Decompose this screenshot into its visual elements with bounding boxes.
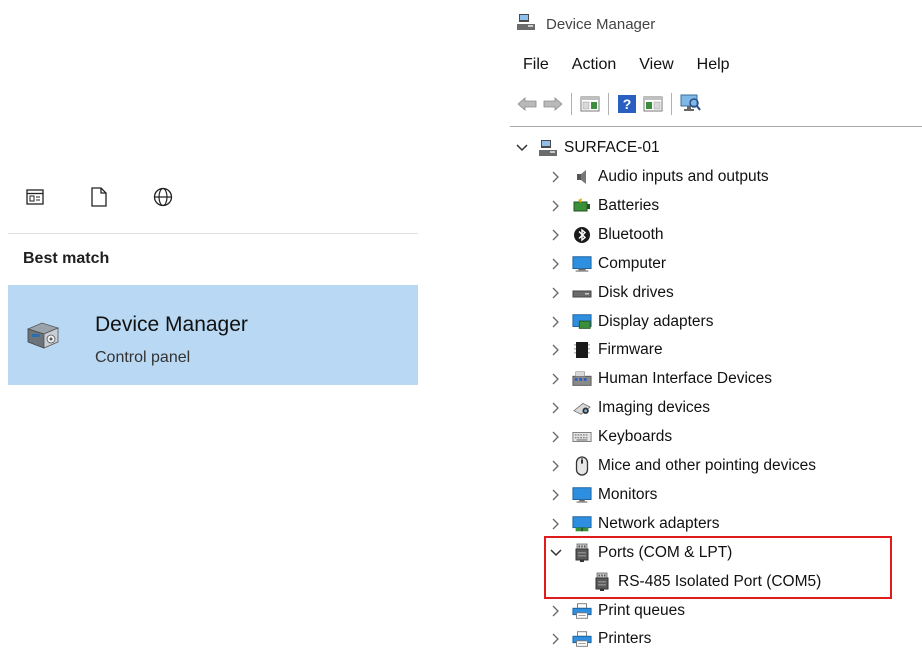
tree-category[interactable]: Imaging devices — [548, 396, 710, 420]
camera-icon — [572, 399, 592, 417]
app-window-icon[interactable] — [22, 184, 48, 210]
toolbar: ? — [514, 91, 703, 117]
hid-icon — [572, 370, 592, 388]
search-results-pane: Best match Device Manager Control panel — [0, 0, 420, 653]
best-match-subtitle: Control panel — [95, 349, 191, 366]
toolbar-separator — [608, 93, 609, 115]
tree-item-label: Firmware — [598, 341, 663, 358]
battery-icon — [572, 197, 592, 215]
chevron-right-icon[interactable] — [548, 256, 564, 272]
chevron-right-icon[interactable] — [548, 285, 564, 301]
printer-icon — [572, 602, 592, 620]
scan-hardware-icon[interactable] — [677, 92, 703, 116]
device-manager-icon — [24, 315, 62, 353]
best-match-result[interactable]: Device Manager Control panel — [8, 285, 418, 385]
computer-root-icon — [538, 139, 558, 157]
search-filter-row — [22, 184, 176, 210]
chevron-right-icon[interactable] — [548, 198, 564, 214]
tree-category[interactable]: Audio inputs and outputs — [548, 165, 769, 189]
menu-help[interactable]: Help — [697, 56, 741, 74]
update-driver-icon[interactable] — [640, 92, 666, 116]
speaker-icon — [572, 168, 592, 186]
keyboard-icon — [572, 428, 592, 446]
back-arrow-icon[interactable] — [514, 92, 540, 116]
display-adapter-icon — [572, 313, 592, 331]
forward-arrow-icon[interactable] — [540, 92, 566, 116]
tree-category[interactable]: Firmware — [548, 338, 663, 362]
tree-item-label: Monitors — [598, 486, 658, 503]
bluetooth-icon — [572, 226, 592, 244]
tree-category[interactable]: Batteries — [548, 194, 659, 218]
web-globe-icon[interactable] — [150, 184, 176, 210]
section-heading: Best match — [23, 250, 110, 267]
tree-item-label: Print queues — [598, 602, 686, 619]
mouse-icon — [572, 456, 592, 476]
toolbar-divider — [510, 126, 922, 127]
disk-drive-icon — [572, 284, 592, 302]
menu-action[interactable]: Action — [572, 56, 627, 74]
chevron-right-icon[interactable] — [548, 458, 564, 474]
help-icon[interactable]: ? — [614, 92, 640, 116]
chevron-right-icon[interactable] — [548, 400, 564, 416]
tree-category[interactable]: Network adapters — [548, 512, 719, 536]
chevron-right-icon[interactable] — [548, 603, 564, 619]
chevron-down-icon[interactable] — [514, 140, 530, 156]
menu-bar: File Action View Help — [523, 56, 753, 74]
tree-item-label: Keyboards — [598, 428, 673, 445]
tree-item-label: Network adapters — [598, 515, 720, 532]
tree-category[interactable]: Printers — [548, 627, 651, 651]
title-bar: Device Manager — [516, 12, 655, 36]
tree-item-label: Human Interface Devices — [598, 370, 773, 387]
menu-view[interactable]: View — [639, 56, 684, 74]
properties-icon[interactable] — [577, 92, 603, 116]
chevron-right-icon[interactable] — [548, 371, 564, 387]
tree-item-label: Bluetooth — [598, 226, 664, 243]
tree-category[interactable]: Bluetooth — [548, 223, 664, 247]
chevron-right-icon[interactable] — [548, 631, 564, 647]
network-adapter-icon — [572, 515, 592, 533]
toolbar-separator — [571, 93, 572, 115]
menu-file[interactable]: File — [523, 56, 560, 74]
tree-category[interactable]: Computer — [548, 252, 666, 276]
firmware-icon — [572, 341, 592, 359]
toolbar-separator — [671, 93, 672, 115]
tree-item-label: Mice and other pointing devices — [598, 457, 816, 474]
tree-item-label: Display adapters — [598, 313, 714, 330]
chevron-right-icon[interactable] — [548, 342, 564, 358]
tree-item-label: Computer — [598, 255, 667, 272]
tree-category[interactable]: Human Interface Devices — [548, 367, 772, 391]
tree-root[interactable]: SURFACE-01 — [514, 136, 660, 160]
chevron-right-icon[interactable] — [548, 516, 564, 532]
highlight-box — [544, 536, 892, 599]
tree-category[interactable]: Disk drives — [548, 281, 674, 305]
window-title: Device Manager — [546, 15, 656, 33]
tree-category[interactable]: Display adapters — [548, 310, 713, 334]
tree-item-label: Disk drives — [598, 284, 674, 301]
monitor-icon — [572, 486, 592, 504]
tree-item-label: Batteries — [598, 197, 660, 214]
device-manager-app-icon — [516, 13, 536, 36]
chevron-right-icon[interactable] — [548, 487, 564, 503]
tree-category[interactable]: Print queues — [548, 599, 685, 623]
divider — [8, 233, 418, 234]
svg-text:?: ? — [623, 96, 632, 112]
tree-category[interactable]: Mice and other pointing devices — [548, 454, 816, 478]
tree-category[interactable]: Monitors — [548, 483, 657, 507]
computer-icon — [572, 255, 592, 273]
document-icon[interactable] — [86, 184, 112, 210]
chevron-right-icon[interactable] — [548, 429, 564, 445]
best-match-title: Device Manager — [95, 313, 248, 336]
chevron-right-icon[interactable] — [548, 314, 564, 330]
tree-item-label: Imaging devices — [598, 399, 711, 416]
chevron-right-icon[interactable] — [548, 169, 564, 185]
chevron-right-icon[interactable] — [548, 227, 564, 243]
tree-category[interactable]: Keyboards — [548, 425, 672, 449]
tree-item-label: Printers — [598, 630, 652, 647]
tree-item-label: Audio inputs and outputs — [598, 168, 769, 185]
tree-root-label: SURFACE-01 — [564, 139, 660, 156]
printer-icon — [572, 630, 592, 648]
